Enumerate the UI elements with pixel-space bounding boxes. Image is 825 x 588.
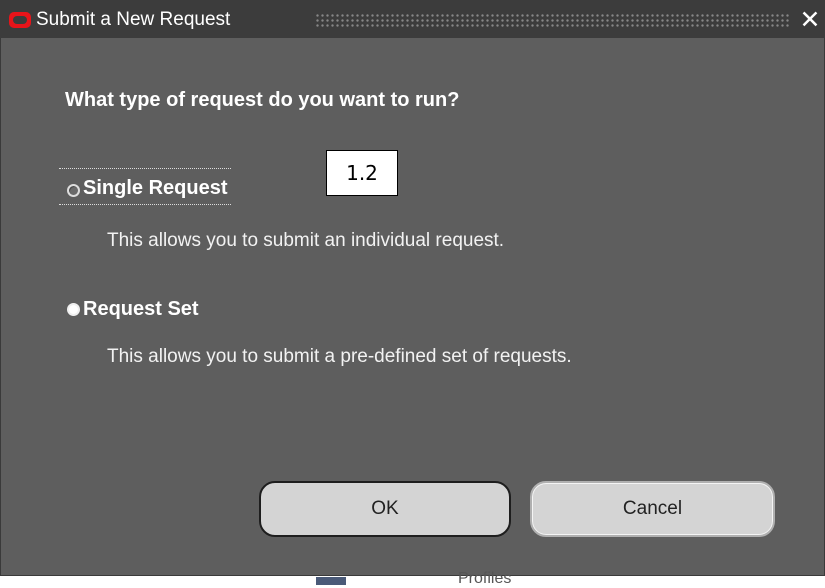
single-request-option[interactable]: Single Request (59, 168, 232, 205)
background-partial-text: Profiles (458, 570, 512, 587)
title-bar-grip[interactable] (315, 13, 789, 29)
request-set-option[interactable]: Request Set (83, 298, 199, 321)
dialog-question: What type of request do you want to run? (65, 89, 460, 111)
step-callout-label: 1.2 (326, 150, 398, 196)
title-bar[interactable]: Submit a New Request ✕ (0, 0, 825, 38)
cancel-button[interactable]: Cancel (530, 481, 775, 537)
request-set-description: This allows you to submit a pre-defined … (107, 346, 572, 367)
request-set-radio[interactable] (67, 303, 80, 316)
single-request-description: This allows you to submit an individual … (107, 230, 505, 251)
oracle-logo-icon (9, 12, 31, 28)
window-title: Submit a New Request (36, 9, 231, 30)
close-icon[interactable]: ✕ (799, 7, 821, 33)
background-window-strip: Profiles (0, 570, 825, 587)
background-toolbar-block (316, 577, 346, 585)
submit-request-dialog: Submit a New Request ✕ What type of requ… (0, 0, 825, 576)
ok-button[interactable]: OK (259, 481, 511, 537)
